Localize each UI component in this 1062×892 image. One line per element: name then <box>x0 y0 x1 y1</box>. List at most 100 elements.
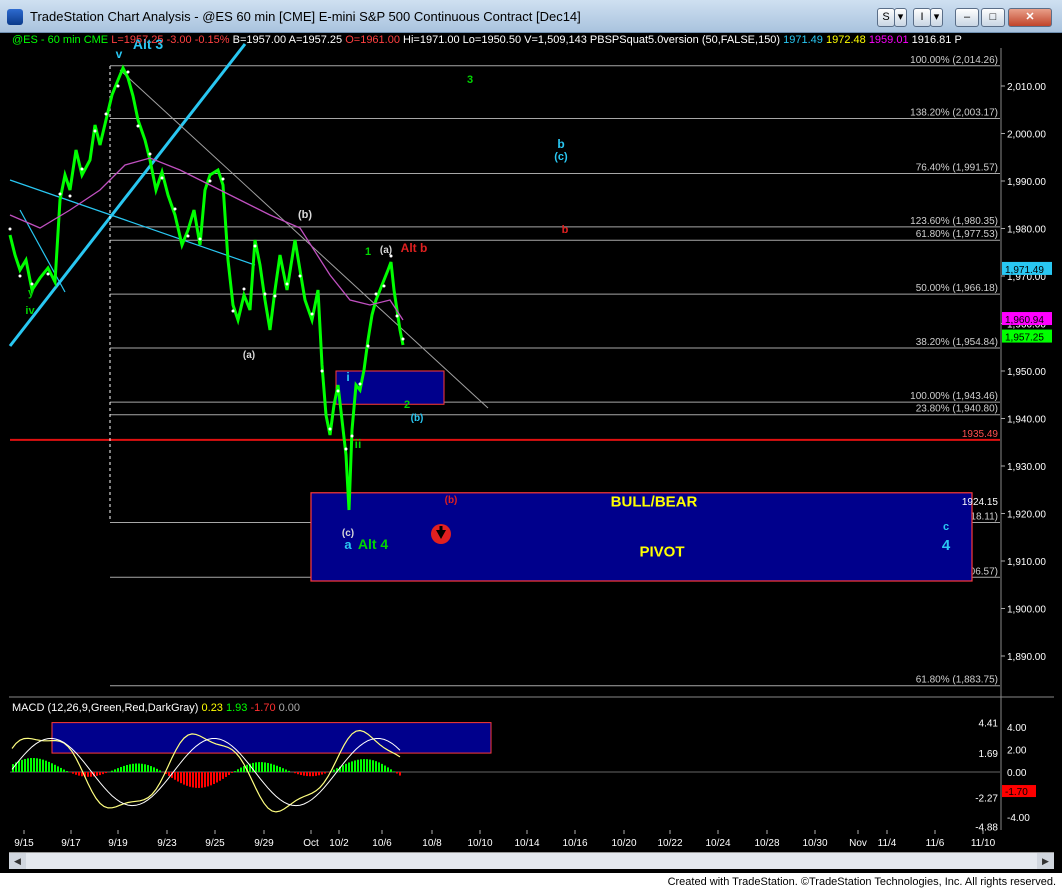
bar-marker <box>58 192 62 196</box>
bar-marker <box>382 284 386 288</box>
macd-histogram-bar <box>309 772 311 777</box>
support-line-label: 1935.49 <box>962 429 999 440</box>
macd-histogram-bar <box>243 766 245 772</box>
macd-histogram-bar <box>48 761 50 772</box>
macd-histogram-bar <box>213 772 215 785</box>
macd-histogram-bar <box>183 772 185 785</box>
macd-histogram-bar <box>234 771 236 772</box>
macd-histogram-bar <box>354 760 356 772</box>
macd-histogram-bar <box>99 772 101 776</box>
pivot-top-label: 1924.15 <box>962 497 999 508</box>
legend-high: Hi=1971.00 <box>403 34 460 46</box>
bar-marker <box>320 369 324 373</box>
bar-marker <box>8 227 12 231</box>
chart-canvas[interactable]: 100.00% (2,014.26) 138.20% (2,003.17) 76.4… <box>0 0 1062 892</box>
scroll-left-arrow-icon[interactable]: ◀ <box>9 853 26 869</box>
macd-histogram-bar <box>228 772 230 775</box>
macd-histogram-bar <box>297 772 299 775</box>
wave-label: 2 <box>404 399 410 411</box>
macd-histogram-bar <box>51 763 53 772</box>
bar-marker <box>231 309 235 313</box>
legend-symbol: @ES - 60 min CME <box>12 34 109 46</box>
down-arrow-icon <box>431 524 451 544</box>
legend-ind-value-2: 1972.48 <box>825 34 866 46</box>
macd-histogram-bar <box>195 772 197 788</box>
uptrend-channel-line[interactable] <box>8 43 247 347</box>
macd-histogram-bar <box>147 765 149 772</box>
bar-marker <box>116 84 120 88</box>
fib-level-label: 76.40% (1,991.57) <box>916 163 998 174</box>
legend-change: -3.00 <box>166 34 192 46</box>
macd-histogram-bar <box>207 772 209 787</box>
date-tick-label: 9/25 <box>205 838 225 849</box>
macd-current-tag-label: -1.70 <box>1005 787 1028 798</box>
macd-level-label: 1.69 <box>979 749 999 760</box>
macd-histogram-bar <box>153 767 155 772</box>
macd-histogram-bar <box>318 772 320 776</box>
macd-histogram-bar <box>117 768 119 772</box>
macd-histogram-bar <box>396 772 398 774</box>
macd-histogram-bar <box>270 763 272 772</box>
bar-marker <box>366 344 370 348</box>
macd-histogram-bar <box>54 764 56 772</box>
price-tag-label: 1,957.25 <box>1005 333 1044 344</box>
macd-histogram-bar <box>36 758 38 772</box>
bar-marker <box>310 312 314 316</box>
bar-marker <box>221 177 225 181</box>
footer-bar: Created with TradeStation. ©TradeStation… <box>0 873 1062 892</box>
macd-histogram-bar <box>393 771 395 772</box>
macd-histogram-bar <box>264 762 266 772</box>
legend-ind-value-3: 1959.01 <box>868 34 909 46</box>
macd-histogram-bar <box>45 760 47 772</box>
bar-marker <box>136 124 140 128</box>
wave-label: c <box>943 521 949 533</box>
macd-histogram-bar <box>399 772 401 776</box>
macd-histogram-bar <box>342 765 344 772</box>
macd-histogram-bar <box>315 772 317 776</box>
price-tick-label: 1,990.00 <box>1007 177 1046 188</box>
legend-bid: B=1957.00 <box>232 34 287 46</box>
date-tick-label: 11/10 <box>971 838 996 849</box>
date-tick-label: Oct <box>303 838 319 849</box>
macd-histogram-bar <box>66 771 68 772</box>
macd-histogram-bar <box>381 763 383 772</box>
macd-box[interactable] <box>51 722 492 754</box>
fib-level-label: 38.20% (1,954.84) <box>916 337 998 348</box>
macd-histogram-bar <box>132 763 134 772</box>
date-tick-label: 9/15 <box>14 838 34 849</box>
macd-histogram-bar <box>174 772 176 780</box>
macd-histogram-bar <box>135 763 137 772</box>
wave-label: (a) <box>243 350 255 361</box>
bar-marker <box>374 292 378 296</box>
macd-histogram-bar <box>123 765 125 772</box>
macd-histogram-bar <box>273 764 275 772</box>
macd-histogram-bar <box>279 766 281 772</box>
scroll-right-arrow-icon[interactable]: ▶ <box>1037 853 1054 869</box>
legend-pct: -0.15% <box>194 34 230 46</box>
bar-marker <box>273 294 277 298</box>
macd-histogram-bar <box>306 772 308 777</box>
bar-marker <box>173 207 177 211</box>
wave-label: iv <box>25 305 35 317</box>
fib-level-label: 61.80% (1,883.75) <box>916 675 998 686</box>
macd-label: MACD (12,26,9,Green,Red,DarkGray) <box>12 702 199 714</box>
resistance-box[interactable] <box>335 370 445 405</box>
date-tick-label: 10/28 <box>754 838 779 849</box>
chart-legend: @ES - 60 min CME L=1957.25 -3.00 -0.15% … <box>12 34 962 46</box>
macd-histogram-bar <box>276 765 278 772</box>
price-series[interactable] <box>8 64 405 511</box>
macd-histogram-bar <box>18 761 20 772</box>
wave-label: (c) <box>554 151 568 163</box>
downtrend-line[interactable] <box>119 69 489 409</box>
trendlines[interactable] <box>8 43 489 520</box>
horizontal-scrollbar[interactable]: ◀ ▶ <box>9 852 1054 869</box>
macd-histogram-bar <box>27 758 29 772</box>
bar-marker <box>328 427 332 431</box>
channel-lower-line[interactable] <box>9 179 256 266</box>
macd-histogram-bar <box>72 772 74 774</box>
macd-histogram-bar <box>150 766 152 772</box>
wave-label: a <box>344 537 352 552</box>
date-tick-label: 11/4 <box>878 838 897 849</box>
macd-histogram-bar <box>168 772 170 776</box>
bar-marker <box>298 274 302 278</box>
